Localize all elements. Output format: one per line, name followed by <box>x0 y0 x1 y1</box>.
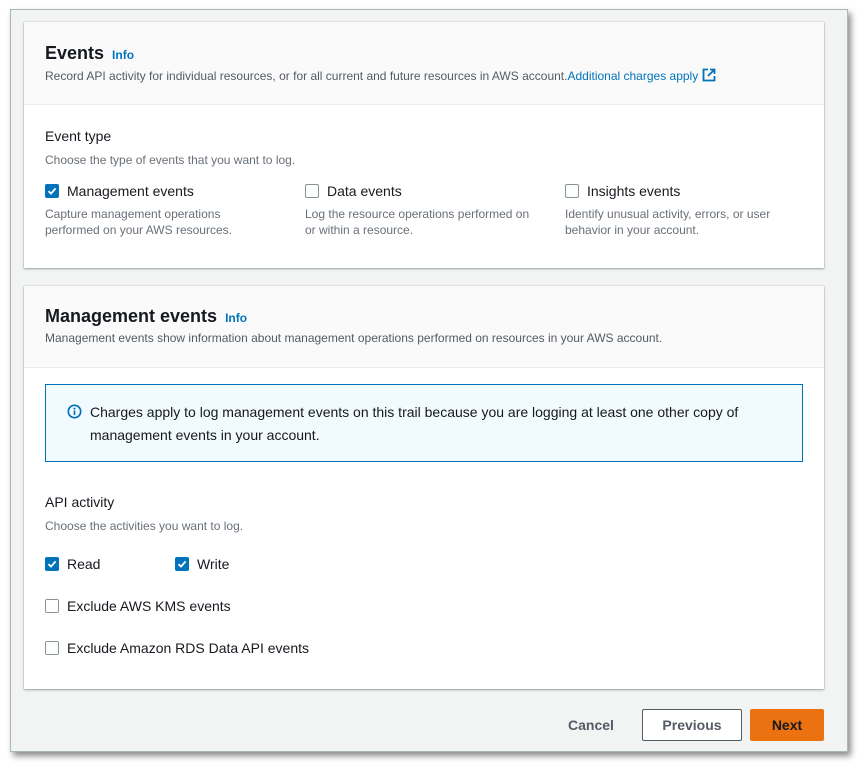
events-info-link[interactable]: Info <box>112 48 134 62</box>
additional-charges-link-text: Additional charges apply <box>567 69 699 83</box>
next-button[interactable]: Next <box>750 709 824 741</box>
exclude-rds-checkbox[interactable]: Exclude Amazon RDS Data API events <box>45 640 309 656</box>
alert-message: Charges apply to log management events o… <box>90 401 790 447</box>
data-events-description: Log the resource operations performed on… <box>305 206 545 238</box>
management-title-text: Management events <box>45 306 218 326</box>
events-panel-description: Record API activity for individual resou… <box>45 68 716 85</box>
exclude-kms-checkbox[interactable]: Exclude AWS KMS events <box>45 598 231 614</box>
management-events-description: Capture management operations performed … <box>45 206 285 238</box>
checkbox-unchecked-icon[interactable] <box>565 184 579 198</box>
data-events-label: Data events <box>327 183 402 199</box>
read-checkbox[interactable]: Read <box>45 556 100 572</box>
charges-info-alert: Charges apply to log management events o… <box>45 384 803 462</box>
checkbox-checked-icon[interactable] <box>175 557 189 571</box>
events-description-text: Record API activity for individual resou… <box>45 69 568 83</box>
checkbox-unchecked-icon[interactable] <box>45 641 59 655</box>
insights-events-label: Insights events <box>587 183 681 199</box>
events-panel-title: Events Info <box>45 43 134 64</box>
read-label: Read <box>67 556 101 572</box>
management-events-desc-line2: performed on your AWS resources. <box>45 223 232 237</box>
alert-line2: management events in your account. <box>90 427 320 443</box>
info-circle-icon <box>67 404 82 424</box>
management-panel-title: Management events Info <box>45 306 247 327</box>
management-events-label: Management events <box>67 183 194 199</box>
data-events-desc-line2: or within a resource. <box>305 223 414 237</box>
additional-charges-link[interactable]: Additional charges apply <box>567 68 716 85</box>
management-info-link[interactable]: Info <box>225 311 247 325</box>
events-title-text: Events <box>45 43 105 63</box>
write-label: Write <box>197 556 230 572</box>
event-type-description: Choose the type of events that you want … <box>45 153 296 167</box>
management-events-desc-line1: Capture management operations <box>45 207 221 221</box>
exclude-rds-label: Exclude Amazon RDS Data API events <box>67 640 310 656</box>
previous-button[interactable]: Previous <box>642 709 742 741</box>
management-panel-description: Management events show information about… <box>45 331 663 345</box>
events-panel-header: Events Info Record API activity for indiv… <box>24 22 824 105</box>
insights-events-checkbox[interactable]: Insights events <box>565 183 680 199</box>
exclude-kms-label: Exclude AWS KMS events <box>67 598 231 614</box>
alert-line1: Charges apply to log management events o… <box>90 404 739 420</box>
event-type-label: Event type <box>45 128 112 144</box>
management-events-panel: Management events Info Management events … <box>24 286 824 689</box>
management-events-checkbox[interactable]: Management events <box>45 183 194 199</box>
checkbox-checked-icon[interactable] <box>45 184 59 198</box>
external-link-icon <box>702 68 716 85</box>
data-events-desc-line1: Log the resource operations performed on <box>305 207 530 221</box>
write-checkbox[interactable]: Write <box>175 556 229 572</box>
insights-events-desc-line1: Identify unusual activity, errors, or us… <box>565 207 771 221</box>
cancel-button[interactable]: Cancel <box>551 709 631 741</box>
insights-events-description: Identify unusual activity, errors, or us… <box>565 206 805 238</box>
api-activity-label: API activity <box>45 494 115 510</box>
management-panel-header: Management events Info Management events … <box>24 286 824 368</box>
api-activity-description: Choose the activities you want to log. <box>45 519 244 533</box>
data-events-checkbox[interactable]: Data events <box>305 183 402 199</box>
checkbox-checked-icon[interactable] <box>45 557 59 571</box>
checkbox-unchecked-icon[interactable] <box>45 599 59 613</box>
checkbox-unchecked-icon[interactable] <box>305 184 319 198</box>
insights-events-desc-line2: behavior in your account. <box>565 223 700 237</box>
events-panel: Events Info Record API activity for indiv… <box>24 22 824 268</box>
wizard-frame: Events Info Record API activity for indiv… <box>10 9 848 752</box>
